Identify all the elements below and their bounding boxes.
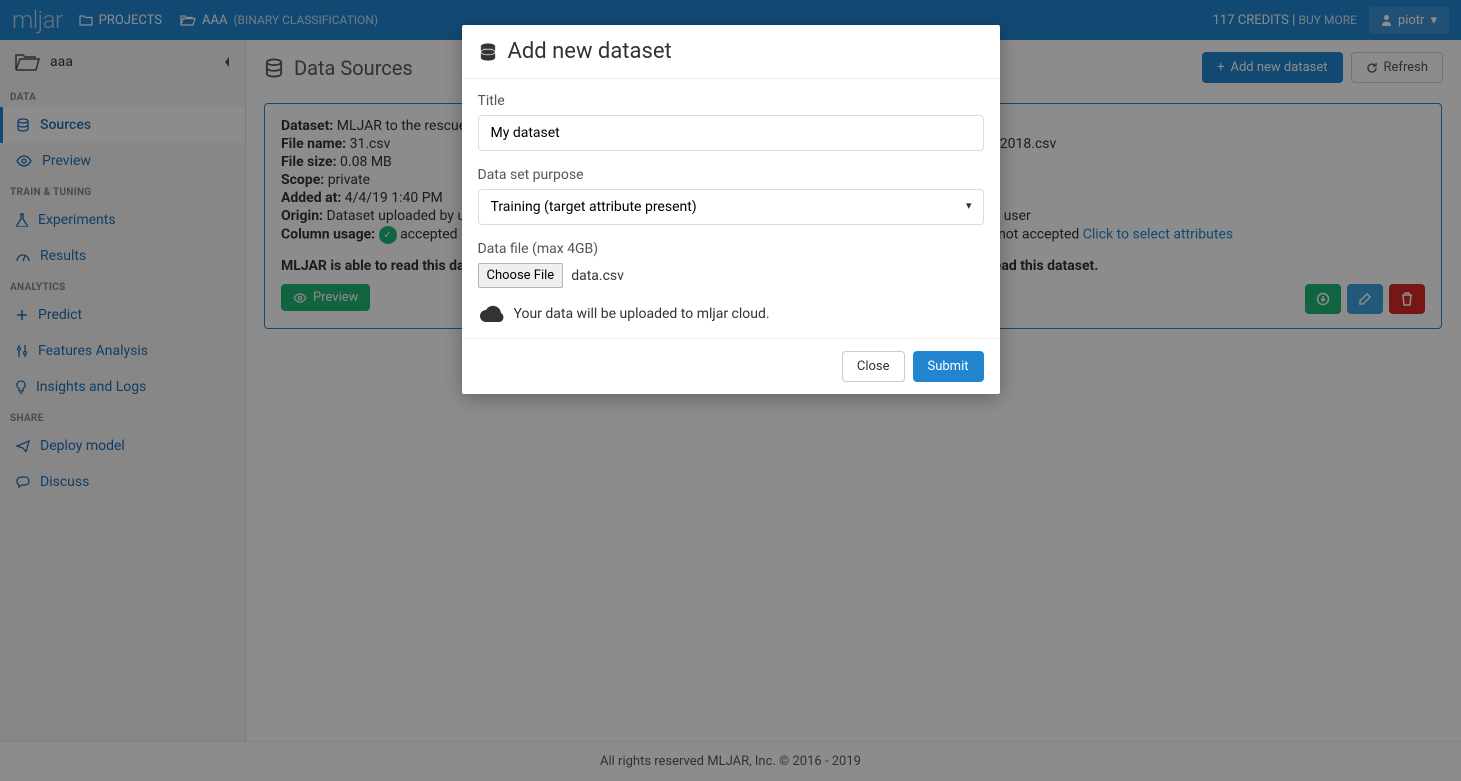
title-input[interactable] (478, 115, 984, 151)
close-button[interactable]: Close (842, 351, 905, 382)
cloud-icon (478, 304, 506, 324)
choose-file-button[interactable]: Choose File (478, 263, 564, 288)
cloud-message-text: Your data will be uploaded to mljar clou… (514, 306, 770, 322)
file-label: Data file (max 4GB) (478, 241, 984, 257)
modal-title-text: Add new dataset (508, 39, 672, 64)
database-icon (478, 41, 498, 63)
add-dataset-modal: Add new dataset Title Data set purpose T… (462, 25, 1000, 394)
modal-title: Add new dataset (478, 39, 984, 64)
purpose-select[interactable]: Training (target attribute present) (478, 189, 984, 225)
submit-button[interactable]: Submit (913, 351, 984, 382)
modal-overlay[interactable]: Add new dataset Title Data set purpose T… (0, 0, 1461, 781)
title-label: Title (478, 93, 984, 109)
cloud-message: Your data will be uploaded to mljar clou… (478, 304, 984, 324)
purpose-label: Data set purpose (478, 167, 984, 183)
selected-filename: data.csv (571, 268, 624, 284)
